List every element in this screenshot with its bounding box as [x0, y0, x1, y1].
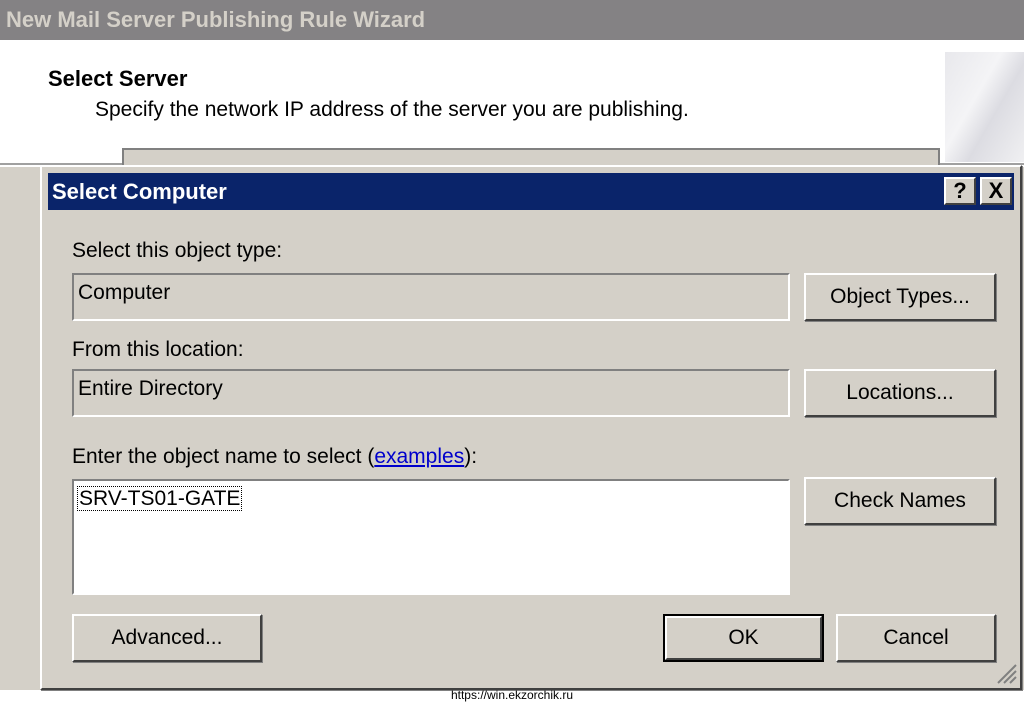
wizard-title-bar: New Mail Server Publishing Rule Wizard [0, 0, 1024, 40]
location-label: From this location: [72, 338, 244, 361]
object-type-field: Computer [72, 273, 790, 321]
object-name-label: Enter the object name to select (example… [72, 445, 477, 469]
wizard-heading: Select Server [48, 66, 188, 91]
object-type-label: Select this object type: [72, 239, 283, 262]
wizard-subheading: Specify the network IP address of the se… [95, 98, 689, 121]
object-types-button[interactable]: Object Types... [804, 273, 996, 321]
locations-button[interactable]: Locations... [804, 369, 996, 417]
dialog-title-bar: Select Computer ? X [48, 173, 1014, 210]
resize-grip-icon[interactable] [994, 661, 1018, 685]
object-name-value: SRV-TS01-GATE [76, 486, 243, 511]
object-name-input[interactable]: SRV-TS01-GATE [72, 479, 790, 595]
examples-link[interactable]: examples [374, 445, 464, 468]
help-button[interactable]: ? [944, 177, 976, 205]
help-icon: ? [953, 178, 967, 203]
watermark: https://win.ekzorchik.ru [450, 688, 574, 702]
advanced-button[interactable]: Advanced... [72, 614, 262, 662]
object-name-label-text: Enter the object name to select ( [72, 445, 375, 468]
cancel-button[interactable]: Cancel [836, 614, 996, 662]
location-field: Entire Directory [72, 369, 790, 417]
select-computer-dialog: Select Computer ? X Select this object t… [40, 165, 1022, 690]
close-icon: X [988, 178, 1004, 203]
wizard-banner-image [945, 52, 1024, 162]
dialog-title: Select Computer [52, 179, 227, 204]
ok-button[interactable]: OK [663, 614, 824, 662]
close-button[interactable]: X [980, 177, 1012, 205]
check-names-button[interactable]: Check Names [804, 477, 996, 525]
object-name-label-suffix: ): [464, 445, 478, 468]
